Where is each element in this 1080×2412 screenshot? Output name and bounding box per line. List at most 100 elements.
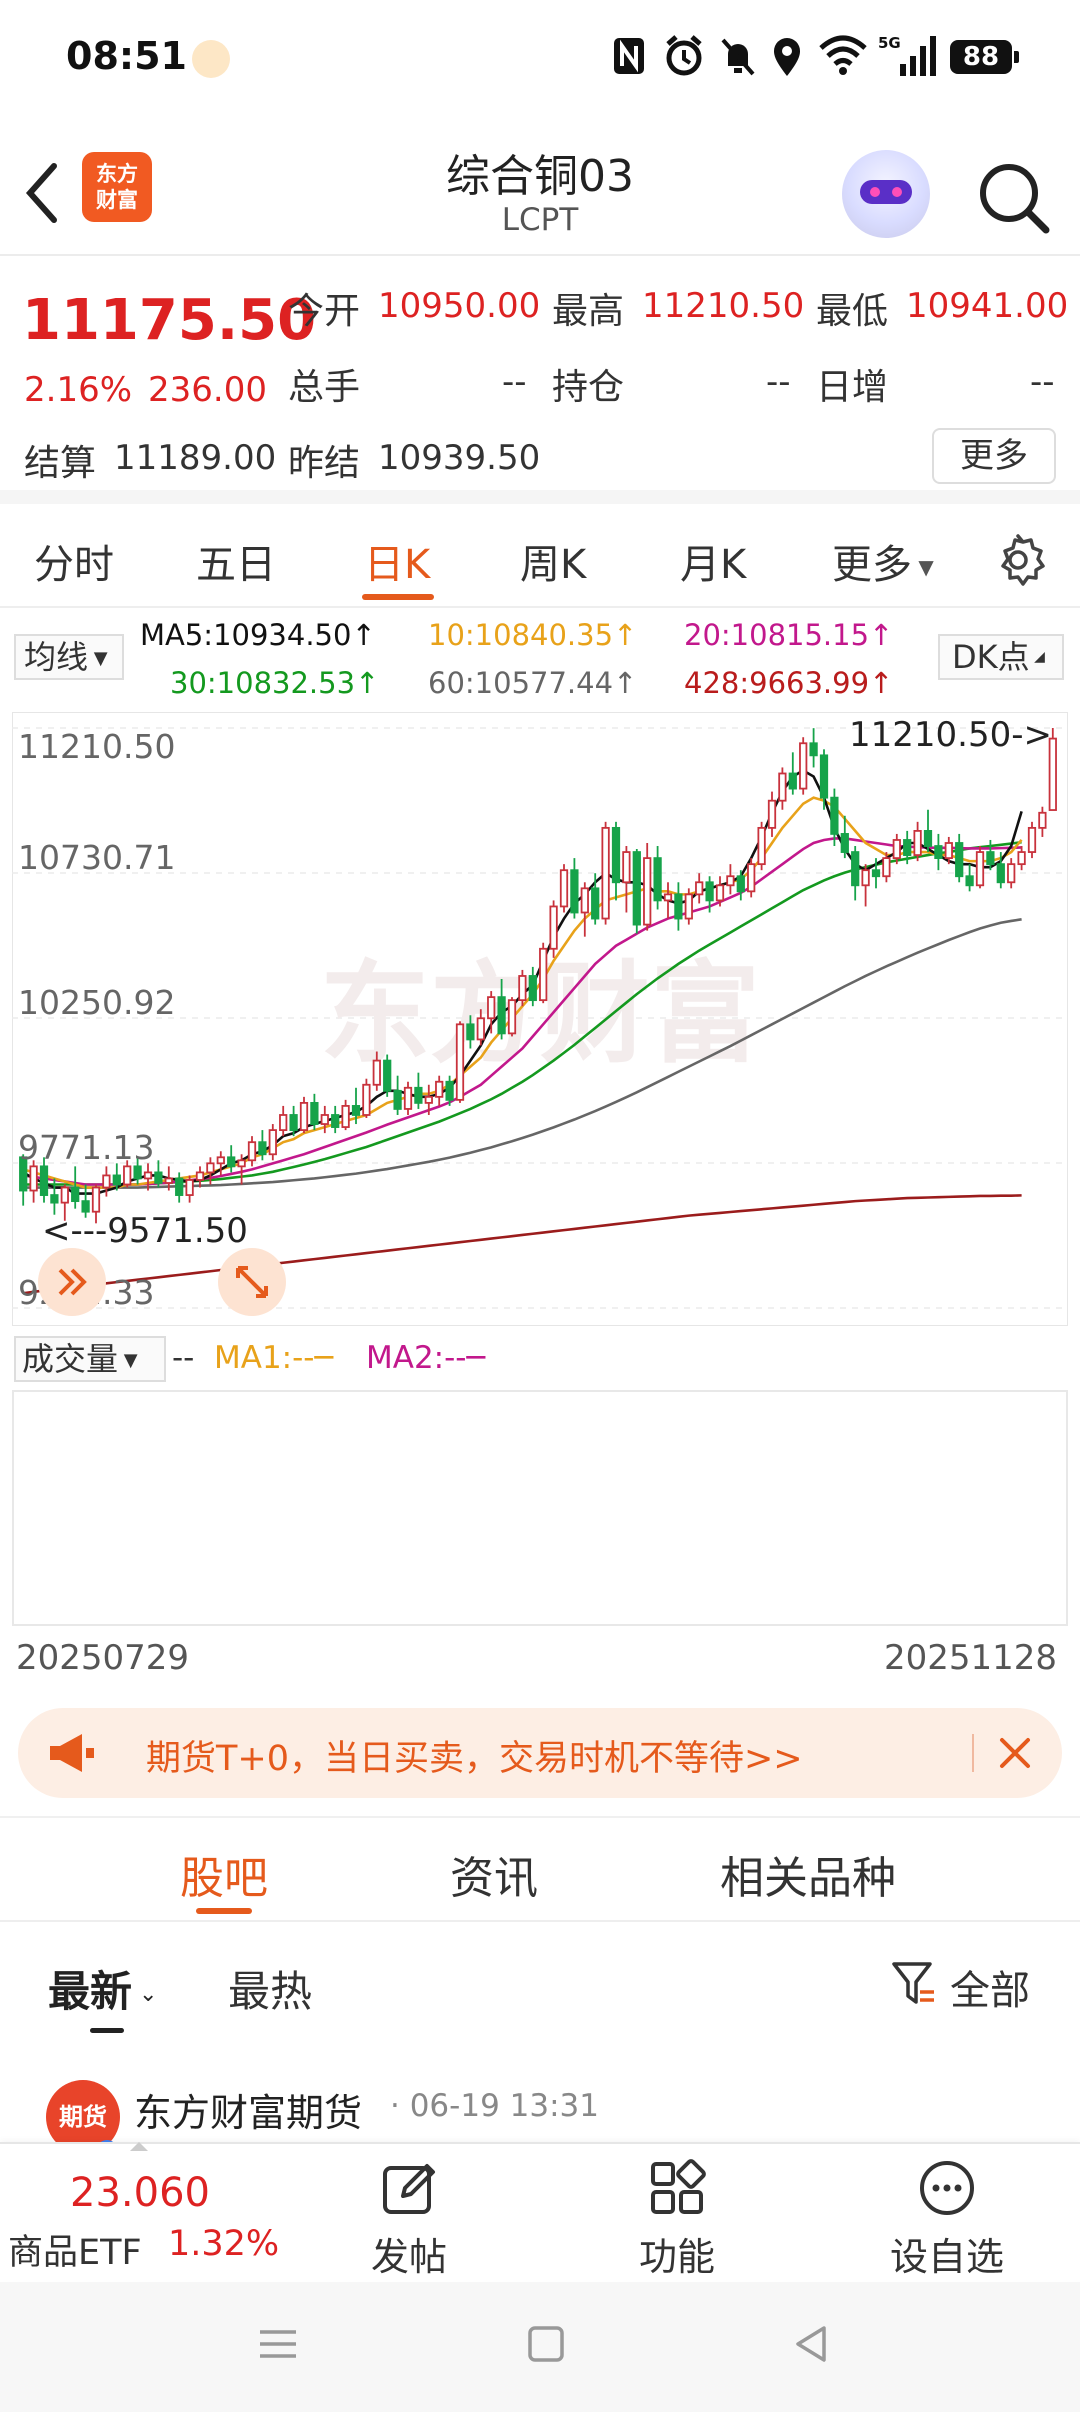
candle-body xyxy=(965,875,974,887)
ma5-value: MA5:10934.50↑ xyxy=(140,618,376,652)
tab-monthly-k[interactable]: 月K xyxy=(680,532,746,590)
corner-triangle-icon: ◢ xyxy=(1029,649,1045,665)
candle-body xyxy=(570,869,579,914)
candle-body xyxy=(476,1017,485,1041)
candle-body xyxy=(705,881,714,902)
candle-body xyxy=(1007,863,1016,884)
candle-body xyxy=(247,1141,257,1162)
candle-body xyxy=(1017,851,1026,866)
candle-body xyxy=(466,1023,475,1041)
candle-body xyxy=(934,845,943,860)
kline-chart[interactable]: 东方财富 11210.5010730.7110250.929771.139291… xyxy=(12,712,1068,1326)
alarm-icon xyxy=(666,35,702,76)
high-marker-label: 11210.50-> xyxy=(849,715,1052,755)
etf-name[interactable]: 商品ETF xyxy=(8,2224,142,2275)
candle-body xyxy=(341,1105,350,1128)
tab-more[interactable]: 更多 ▼ xyxy=(832,532,934,590)
volume-value: -- xyxy=(502,362,527,402)
sort-newest[interactable]: 最新 ⌄ xyxy=(48,1958,157,2019)
candle-body xyxy=(986,851,995,866)
ma428-value: 428:9663.99↑ xyxy=(684,666,894,700)
post-button[interactable]: 发帖 xyxy=(334,2158,484,2279)
candle-body xyxy=(331,1114,340,1128)
candle-body xyxy=(788,772,797,790)
prev-settle-value: 10939.50 xyxy=(378,438,541,478)
post-button-label: 发帖 xyxy=(370,2235,447,2279)
back-button[interactable] xyxy=(18,158,68,228)
post-item[interactable]: 期货 v 东方财富期货 · 06-19 13:31 xyxy=(0,2044,1080,2162)
candle-body xyxy=(601,826,610,920)
promo-banner[interactable]: 期货T+0，当日买卖，交易时机不等待>> xyxy=(18,1708,1062,1798)
indicator-select[interactable]: 成交量 ▼ xyxy=(14,1336,166,1382)
battery-indicator: 88 xyxy=(950,40,1019,74)
period-tabs: 分时 五日 日K 周K 月K 更多 ▼ xyxy=(0,504,1080,608)
wifi-icon xyxy=(819,35,867,75)
candle-body xyxy=(227,1156,236,1168)
candle-body xyxy=(778,772,787,802)
etf-change: 1.32% xyxy=(168,2224,280,2264)
active-tab-indicator xyxy=(196,1908,252,1914)
low-value: 10941.00 xyxy=(906,286,1069,326)
tab-daily-k[interactable]: 日K xyxy=(364,532,430,590)
candle-body xyxy=(882,857,891,878)
candle-body xyxy=(175,1177,184,1196)
candle-body xyxy=(549,905,558,950)
more-button[interactable]: 更多 xyxy=(932,428,1056,484)
tab-related[interactable]: 相关品种 xyxy=(720,1842,896,1906)
home-nav-button[interactable] xyxy=(524,2322,568,2366)
candle-body xyxy=(559,869,569,908)
candle-body xyxy=(143,1171,153,1180)
candle-body xyxy=(632,851,641,926)
candle-body xyxy=(487,996,496,1020)
change-value: 236.00 xyxy=(148,370,267,410)
expand-left-button[interactable] xyxy=(38,1248,106,1316)
functions-button[interactable]: 功能 xyxy=(602,2158,752,2279)
candle-body xyxy=(674,893,683,920)
volume-chart[interactable] xyxy=(12,1390,1068,1626)
location-icon xyxy=(774,38,800,76)
candle-body xyxy=(767,799,777,829)
candle-body xyxy=(258,1141,267,1156)
candle-body xyxy=(216,1156,225,1165)
candle-body xyxy=(133,1165,142,1180)
candle-body xyxy=(279,1114,288,1131)
tab-intraday[interactable]: 分时 xyxy=(34,532,114,590)
menu-nav-button[interactable] xyxy=(256,2322,300,2366)
open-interest-label: 持仓 xyxy=(552,367,625,408)
ma30-value: 30:10832.53↑ xyxy=(170,666,380,700)
search-button[interactable] xyxy=(974,158,1054,238)
chart-settings-button[interactable] xyxy=(990,532,1046,588)
candle-body xyxy=(1038,811,1047,829)
caret-up-icon xyxy=(130,2142,148,2151)
back-nav-button[interactable] xyxy=(790,2322,834,2366)
candle-body xyxy=(871,869,881,878)
add-watchlist-button[interactable]: 设自选 xyxy=(872,2158,1022,2279)
ma-type-select[interactable]: 均线 ▼ xyxy=(14,634,124,680)
candle-body xyxy=(736,875,745,893)
dk-point-button[interactable]: DK点 ◢ xyxy=(938,634,1064,680)
change-percent: 2.16% xyxy=(24,370,133,410)
page-subtitle: LCPT xyxy=(501,202,579,238)
brand-logo[interactable]: 东方 财富 xyxy=(82,152,152,222)
candle-body xyxy=(757,826,766,866)
tab-stock-bar[interactable]: 股吧 xyxy=(180,1842,268,1906)
promo-close-button[interactable] xyxy=(990,1728,1040,1778)
tab-five-day[interactable]: 五日 xyxy=(196,532,276,590)
fullscreen-button[interactable] xyxy=(218,1248,286,1316)
tab-more-label: 更多 xyxy=(832,542,912,588)
candle-body xyxy=(580,887,589,914)
y-tick-label: 11210.50 xyxy=(18,727,175,766)
ai-assistant-button[interactable] xyxy=(842,150,930,238)
post-author[interactable]: 东方财富期货 xyxy=(134,2082,362,2137)
y-tick-label: 9771.13 xyxy=(18,1128,154,1167)
date-start: 20250729 xyxy=(16,1638,190,1678)
sort-hot[interactable]: 最热 xyxy=(228,1958,312,2019)
etf-price[interactable]: 23.060 xyxy=(70,2170,210,2216)
candle-body xyxy=(975,851,985,887)
candle-body xyxy=(819,754,829,799)
tab-news[interactable]: 资讯 xyxy=(450,1842,538,1906)
tab-weekly-k[interactable]: 周K xyxy=(520,532,586,590)
volume-label: 总手 xyxy=(288,367,361,408)
last-price: 11175.50 xyxy=(22,288,317,353)
volume-ma1: MA1:--─ xyxy=(214,1340,334,1376)
